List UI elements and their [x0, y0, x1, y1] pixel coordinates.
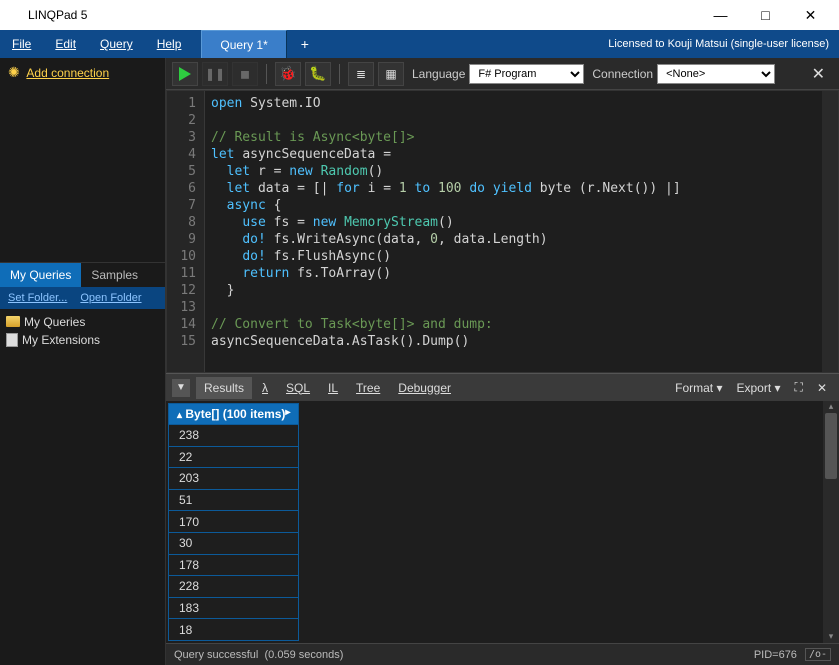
language-label: Language [412, 67, 465, 81]
query-toolbar: ❚❚ ◼ 🐞 🐛 ≣ ▦ Language F# Program Connect… [166, 58, 839, 90]
tab-samples[interactable]: Samples [81, 263, 148, 287]
sidebar-tabs: My Queries Samples [0, 263, 165, 287]
results-table: ▴ Byte[] (100 items) ▸ 23822203511703017… [168, 403, 299, 641]
table-row[interactable]: 170 [169, 511, 299, 533]
results-scrollbar[interactable]: ▴▾ [823, 401, 839, 643]
table-row[interactable]: 183 [169, 597, 299, 619]
table-row[interactable]: 30 [169, 532, 299, 554]
connection-label: Connection [592, 67, 653, 81]
cell-value: 183 [169, 597, 299, 619]
results-collapse-icon[interactable]: ▼ [172, 379, 190, 397]
status-bar: Query successful (0.059 seconds) PID=676… [166, 643, 839, 665]
cell-value: 170 [169, 511, 299, 533]
license-text: Licensed to Kouji Matsui (single-user li… [598, 30, 839, 58]
view-list-button[interactable]: ≣ [348, 62, 374, 86]
format-button[interactable]: Format ▾ [669, 379, 728, 397]
menu-help[interactable]: Help [145, 30, 194, 58]
menubar: File Edit Query Help Query 1* + Licensed… [0, 30, 839, 58]
export-button[interactable]: Export ▾ [730, 379, 786, 397]
cell-value: 203 [169, 468, 299, 490]
cell-value: 228 [169, 576, 299, 598]
editor-scrollbar[interactable] [822, 91, 838, 372]
menu-query[interactable]: Query [88, 30, 145, 58]
menu-file[interactable]: File [0, 30, 43, 58]
add-connection-link[interactable]: Add connection [26, 66, 109, 80]
status-message: Query successful [174, 649, 258, 661]
results-pane: ▴ Byte[] (100 items) ▸ 23822203511703017… [166, 401, 839, 643]
language-select[interactable]: F# Program [469, 64, 584, 84]
cell-value: 22 [169, 446, 299, 468]
sidebar: ✺ Add connection My Queries Samples Set … [0, 58, 166, 665]
line-gutter: 123456789101112131415 [167, 91, 205, 372]
status-pid: PID=676 [754, 649, 797, 661]
cell-value: 30 [169, 532, 299, 554]
table-row[interactable]: 238 [169, 425, 299, 447]
bug1-button[interactable]: 🐞 [275, 62, 301, 86]
results-tab-lambda[interactable]: λ [254, 377, 276, 399]
table-row[interactable]: 51 [169, 489, 299, 511]
cell-value: 18 [169, 619, 299, 641]
toolbar-close-button[interactable]: ✕ [804, 64, 833, 84]
maximize-button[interactable]: □ [743, 0, 788, 30]
menu-edit[interactable]: Edit [43, 30, 88, 58]
view-grid-button[interactable]: ▦ [378, 62, 404, 86]
tree-label: My Extensions [22, 333, 100, 347]
table-row[interactable]: 203 [169, 468, 299, 490]
results-tab-results[interactable]: Results [196, 377, 252, 399]
results-table-header[interactable]: ▴ Byte[] (100 items) ▸ [169, 404, 299, 425]
tree-item-my-extensions[interactable]: My Extensions [6, 331, 159, 349]
star-icon: ✺ [8, 64, 20, 80]
cell-value: 178 [169, 554, 299, 576]
cell-value: 238 [169, 425, 299, 447]
expand-icon[interactable]: ⛶ [789, 378, 809, 397]
table-row[interactable]: 22 [169, 446, 299, 468]
close-button[interactable]: ✕ [788, 0, 833, 30]
tree-label: My Queries [24, 315, 85, 329]
separator [339, 64, 340, 84]
bug2-button[interactable]: 🐛 [305, 62, 331, 86]
table-row[interactable]: 18 [169, 619, 299, 641]
window-titlebar: LINQPad 5 ― □ ✕ [0, 0, 839, 30]
connection-select[interactable]: <None> [657, 64, 775, 84]
code-area[interactable]: open System.IO // Result is Async<byte[]… [205, 91, 822, 372]
results-tab-il[interactable]: IL [320, 377, 346, 399]
results-header: ▼ Results λ SQL IL Tree Debugger Format … [166, 373, 839, 401]
window-title: LINQPad 5 [28, 8, 698, 22]
code-editor[interactable]: 123456789101112131415 open System.IO // … [166, 90, 839, 373]
connections-pane: ✺ Add connection [0, 58, 165, 263]
tree-item-my-queries[interactable]: My Queries [6, 313, 159, 331]
set-folder-link[interactable]: Set Folder... [8, 292, 67, 304]
stop-button[interactable]: ◼ [232, 62, 258, 86]
query-tab-active[interactable]: Query 1* [201, 30, 286, 58]
tab-my-queries[interactable]: My Queries [0, 263, 81, 287]
query-tree: My Queries My Extensions [0, 309, 165, 665]
file-icon [6, 333, 18, 347]
results-tab-debugger[interactable]: Debugger [390, 377, 459, 399]
table-row[interactable]: 228 [169, 576, 299, 598]
results-close-button[interactable]: ✕ [811, 379, 833, 397]
results-tab-sql[interactable]: SQL [278, 377, 318, 399]
cell-value: 51 [169, 489, 299, 511]
new-tab-button[interactable]: + [287, 30, 323, 58]
status-time: (0.059 seconds) [265, 649, 344, 661]
separator [266, 64, 267, 84]
run-button[interactable] [172, 62, 198, 86]
table-row[interactable]: 178 [169, 554, 299, 576]
folder-icon [6, 316, 20, 327]
app-icon [6, 7, 22, 23]
minimize-button[interactable]: ― [698, 0, 743, 30]
pause-button[interactable]: ❚❚ [202, 62, 228, 86]
open-folder-link[interactable]: Open Folder [80, 292, 141, 304]
resize-grip-icon: /o- [805, 648, 831, 661]
results-tab-tree[interactable]: Tree [348, 377, 388, 399]
folder-toolbar: Set Folder... Open Folder [0, 287, 165, 309]
